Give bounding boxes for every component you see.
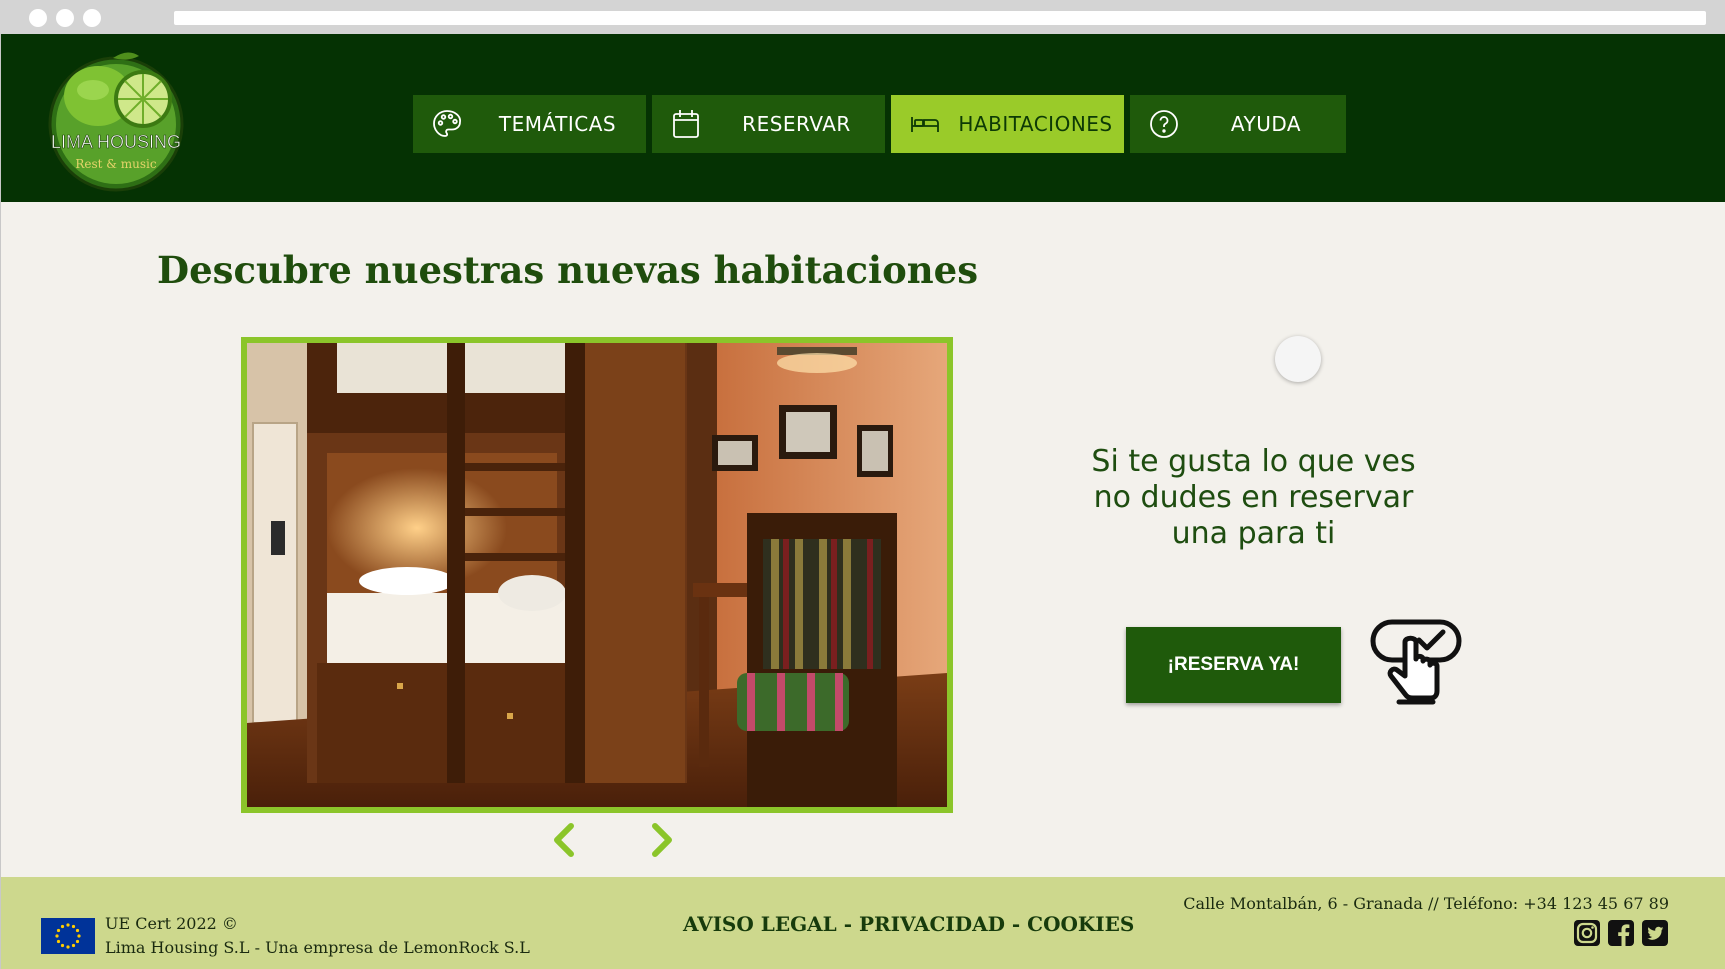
promo-line: Si te gusta lo que ves — [1091, 444, 1416, 479]
promo-text: Si te gusta lo que ves no dudes en reser… — [1071, 444, 1436, 552]
eu-flag-icon — [41, 918, 95, 954]
nav-item-ayuda[interactable]: AYUDA — [1130, 95, 1346, 153]
cert-line: UE Cert 2022 © — [105, 914, 238, 933]
facebook-icon[interactable] — [1607, 919, 1635, 947]
chevron-right-icon[interactable] — [645, 820, 679, 860]
chevron-left-icon[interactable] — [547, 820, 581, 860]
nav-label: AYUDA — [1230, 112, 1302, 136]
room-photo — [241, 337, 953, 813]
calendar-icon — [673, 110, 699, 138]
contact-address: Calle Montalbán, 6 - Granada // Teléfono… — [1183, 894, 1669, 913]
logo-tagline: Rest & music — [75, 157, 157, 171]
nav-item-tematicas[interactable]: TEMÁTICAS — [413, 95, 646, 153]
bed-icon — [911, 117, 939, 132]
browser-chrome — [0, 0, 1725, 34]
room-photo-illustration — [247, 343, 947, 807]
reserve-now-button[interactable]: ¡RESERVA YA! — [1126, 627, 1341, 703]
promo-line: una para ti — [1171, 516, 1336, 551]
logo-title: LIMA HOUSING — [51, 132, 181, 152]
company-line: Lima Housing S.L - Una empresa de LemonR… — [105, 938, 530, 957]
social-links — [1573, 919, 1669, 947]
promo-line: no dudes en reservar — [1093, 480, 1414, 515]
window-minimize-dot[interactable] — [56, 9, 74, 27]
brand-logo[interactable]: LIMA HOUSING Rest & music — [43, 44, 189, 194]
page: LIMA HOUSING Rest & music TEMÁTICAS RESE… — [0, 34, 1725, 969]
nav-label: HABITACIONES — [958, 112, 1113, 136]
touch-check-icon — [1370, 619, 1462, 705]
nav-item-reservar[interactable]: RESERVAR — [652, 95, 885, 153]
legal-links[interactable]: AVISO LEGAL - PRIVACIDAD - COOKIES — [683, 912, 1134, 936]
window-maximize-dot[interactable] — [83, 9, 101, 27]
help-circle-icon — [1150, 110, 1178, 138]
nav-item-habitaciones[interactable]: HABITACIONES — [891, 95, 1124, 153]
site-footer: UE Cert 2022 © Lima Housing S.L - Una em… — [1, 877, 1725, 969]
window-close-dot[interactable] — [29, 9, 47, 27]
palette-icon — [433, 110, 461, 137]
twitter-icon[interactable] — [1641, 919, 1669, 947]
certification-text: UE Cert 2022 © Lima Housing S.L - Una em… — [105, 912, 530, 960]
floating-circle-button[interactable] — [1275, 336, 1321, 382]
page-title: Descubre nuestras nuevas habitaciones — [157, 248, 979, 292]
instagram-icon[interactable] — [1573, 919, 1601, 947]
address-bar[interactable] — [174, 11, 1706, 25]
site-header: LIMA HOUSING Rest & music TEMÁTICAS RESE… — [1, 34, 1725, 202]
nav-label: RESERVAR — [742, 112, 851, 136]
main-nav: TEMÁTICAS RESERVAR HABITACIONES AYUDA — [413, 95, 1346, 153]
nav-label: TEMÁTICAS — [498, 112, 617, 136]
